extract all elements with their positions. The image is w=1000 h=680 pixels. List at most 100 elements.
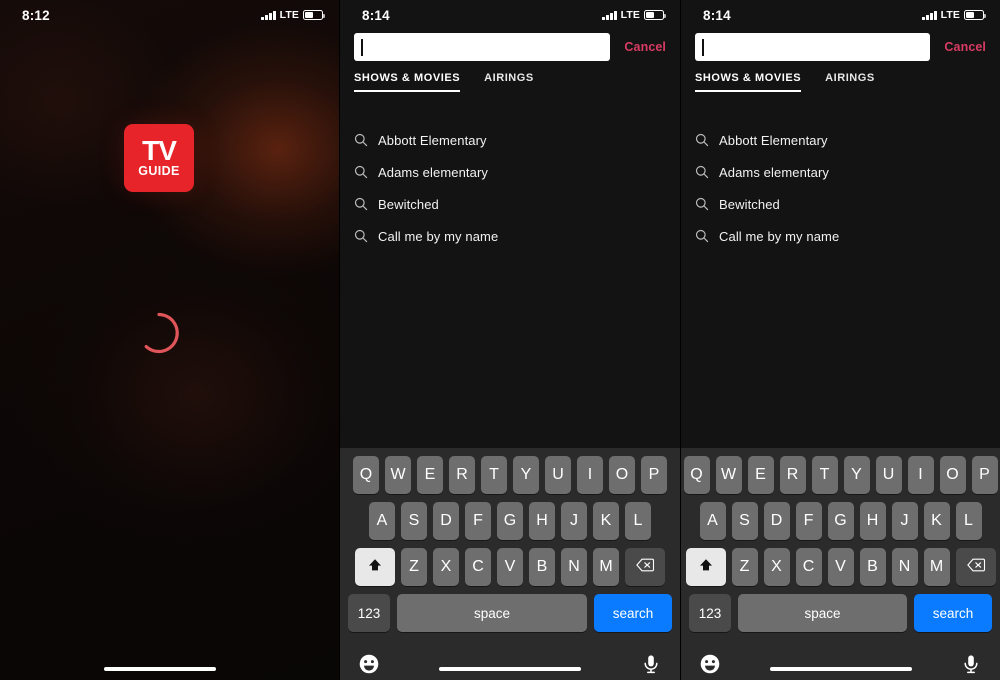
key-t[interactable]: T bbox=[481, 456, 507, 494]
key-w[interactable]: W bbox=[385, 456, 411, 494]
key-o[interactable]: O bbox=[939, 456, 966, 494]
key-e[interactable]: E bbox=[417, 456, 443, 494]
status-bar-time: 8:12 bbox=[22, 7, 50, 23]
key-h[interactable]: H bbox=[529, 502, 555, 540]
key-y[interactable]: Y bbox=[513, 456, 539, 494]
search-input[interactable] bbox=[695, 33, 931, 61]
list-item[interactable]: Call me by my name bbox=[695, 220, 986, 252]
key-v[interactable]: V bbox=[497, 548, 523, 586]
key-z[interactable]: Z bbox=[731, 548, 758, 586]
list-item[interactable]: Adams elementary bbox=[695, 156, 986, 188]
key-i[interactable]: I bbox=[577, 456, 603, 494]
key-a[interactable]: A bbox=[699, 502, 726, 540]
logo-text-guide: GUIDE bbox=[138, 164, 180, 178]
numbers-key[interactable]: 123 bbox=[348, 594, 390, 632]
key-x[interactable]: X bbox=[763, 548, 790, 586]
key-g[interactable]: G bbox=[497, 502, 523, 540]
list-item[interactable]: Abbott Elementary bbox=[695, 124, 986, 156]
key-j[interactable]: J bbox=[561, 502, 587, 540]
key-h[interactable]: H bbox=[859, 502, 886, 540]
key-e[interactable]: E bbox=[747, 456, 774, 494]
signal-bars-icon bbox=[922, 10, 937, 20]
status-bar-time: 8:14 bbox=[362, 7, 390, 23]
key-m[interactable]: M bbox=[923, 548, 950, 586]
search-return-key[interactable]: search bbox=[594, 594, 672, 632]
microphone-icon[interactable] bbox=[640, 653, 662, 675]
key-s[interactable]: S bbox=[401, 502, 427, 540]
space-key[interactable]: space bbox=[397, 594, 587, 632]
key-p[interactable]: P bbox=[641, 456, 667, 494]
key-j[interactable]: J bbox=[891, 502, 918, 540]
key-r[interactable]: R bbox=[779, 456, 806, 494]
backspace-key[interactable] bbox=[625, 548, 665, 586]
key-k[interactable]: K bbox=[923, 502, 950, 540]
key-i[interactable]: I bbox=[907, 456, 934, 494]
key-g[interactable]: G bbox=[827, 502, 854, 540]
key-p[interactable]: P bbox=[971, 456, 998, 494]
keyboard-row-3: Z X C V B N M bbox=[681, 548, 1000, 586]
magnifier-icon bbox=[695, 197, 709, 211]
key-l[interactable]: L bbox=[955, 502, 982, 540]
key-v[interactable]: V bbox=[827, 548, 854, 586]
key-o[interactable]: O bbox=[609, 456, 635, 494]
key-q[interactable]: Q bbox=[353, 456, 379, 494]
list-item[interactable]: Bewitched bbox=[695, 188, 986, 220]
key-s[interactable]: S bbox=[731, 502, 758, 540]
key-l[interactable]: L bbox=[625, 502, 651, 540]
key-r[interactable]: R bbox=[449, 456, 475, 494]
cancel-button[interactable]: Cancel bbox=[944, 40, 986, 54]
tab-shows-and-movies[interactable]: SHOWS & MOVIES bbox=[695, 72, 802, 92]
magnifier-icon bbox=[695, 133, 709, 147]
search-tabs: SHOWS & MOVIES AIRINGS bbox=[340, 72, 680, 98]
tab-shows-and-movies[interactable]: SHOWS & MOVIES bbox=[354, 72, 461, 92]
signal-bars-icon bbox=[602, 10, 617, 20]
status-bar-indicators: LTE bbox=[261, 9, 326, 21]
space-key[interactable]: space bbox=[738, 594, 907, 632]
microphone-icon[interactable] bbox=[960, 653, 982, 675]
tab-airings[interactable]: AIRINGS bbox=[825, 72, 875, 92]
tab-airings[interactable]: AIRINGS bbox=[484, 72, 534, 92]
key-m[interactable]: M bbox=[593, 548, 619, 586]
search-return-key[interactable]: search bbox=[914, 594, 992, 632]
emoji-smiley-icon[interactable] bbox=[358, 653, 380, 675]
list-item[interactable]: Bewitched bbox=[354, 188, 666, 220]
key-n[interactable]: N bbox=[891, 548, 918, 586]
key-y[interactable]: Y bbox=[843, 456, 870, 494]
key-z[interactable]: Z bbox=[401, 548, 427, 586]
shift-key[interactable] bbox=[355, 548, 395, 586]
signal-bars-icon bbox=[261, 10, 276, 20]
key-d[interactable]: D bbox=[433, 502, 459, 540]
key-d[interactable]: D bbox=[763, 502, 790, 540]
key-u[interactable]: U bbox=[875, 456, 902, 494]
list-item[interactable]: Call me by my name bbox=[354, 220, 666, 252]
shift-key[interactable] bbox=[685, 548, 726, 586]
magnifier-icon bbox=[354, 229, 368, 243]
onscreen-keyboard: Q W E R T Y U I O P A S D F G H J K L Z … bbox=[681, 448, 1000, 680]
key-x[interactable]: X bbox=[433, 548, 459, 586]
list-item[interactable]: Abbott Elementary bbox=[354, 124, 666, 156]
key-c[interactable]: C bbox=[795, 548, 822, 586]
suggestion-label: Call me by my name bbox=[378, 228, 499, 244]
magnifier-icon bbox=[354, 197, 368, 211]
numbers-key[interactable]: 123 bbox=[689, 594, 731, 632]
key-k[interactable]: K bbox=[593, 502, 619, 540]
key-w[interactable]: W bbox=[715, 456, 742, 494]
key-b[interactable]: B bbox=[859, 548, 886, 586]
key-q[interactable]: Q bbox=[683, 456, 710, 494]
status-bar: 8:14 LTE bbox=[681, 0, 1000, 30]
key-n[interactable]: N bbox=[561, 548, 587, 586]
key-f[interactable]: F bbox=[795, 502, 822, 540]
cancel-button[interactable]: Cancel bbox=[624, 40, 666, 54]
search-input[interactable] bbox=[354, 33, 611, 61]
key-t[interactable]: T bbox=[811, 456, 838, 494]
backspace-key[interactable] bbox=[955, 548, 996, 586]
key-c[interactable]: C bbox=[465, 548, 491, 586]
suggestion-label: Adams elementary bbox=[719, 164, 829, 180]
key-a[interactable]: A bbox=[369, 502, 395, 540]
key-f[interactable]: F bbox=[465, 502, 491, 540]
keyboard-row-2: A S D F G H J K L bbox=[681, 502, 1000, 540]
emoji-smiley-icon[interactable] bbox=[699, 653, 721, 675]
key-u[interactable]: U bbox=[545, 456, 571, 494]
key-b[interactable]: B bbox=[529, 548, 555, 586]
list-item[interactable]: Adams elementary bbox=[354, 156, 666, 188]
